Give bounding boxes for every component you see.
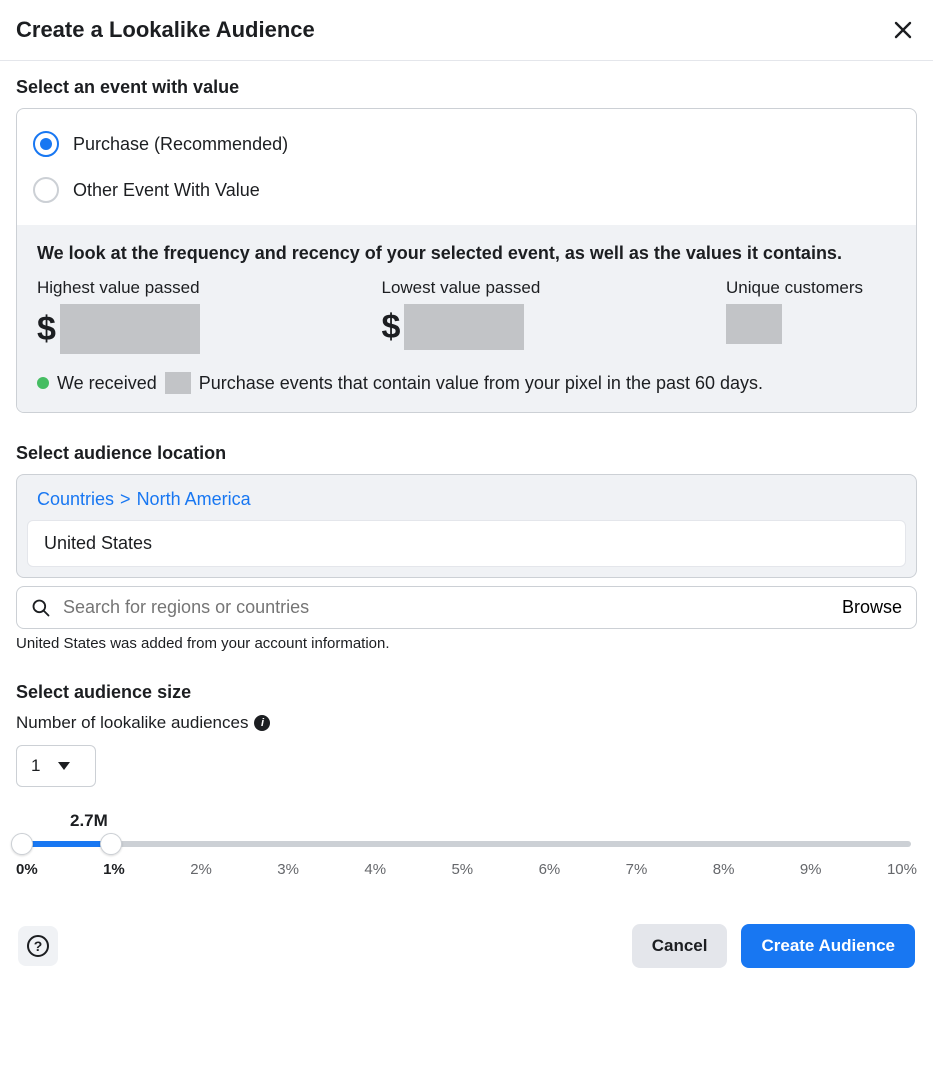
location-hint: United States was added from your accoun… (16, 635, 917, 652)
redacted-value (404, 304, 524, 350)
breadcrumb-separator: > (120, 489, 131, 510)
close-icon (893, 20, 913, 40)
slider-handle-high[interactable] (100, 833, 122, 855)
event-summary: We received Purchase events that contain… (37, 372, 896, 394)
location-box: Countries > North America United States (16, 474, 917, 578)
cancel-button[interactable]: Cancel (632, 924, 728, 968)
size-subtitle: Number of lookalike audiences (16, 713, 248, 733)
summary-prefix: We received (57, 373, 157, 394)
slider-wrap: 2.7M 0% 1% 2% 3% 4% 5% 6% 7% 8% 9% 10% (22, 811, 911, 878)
location-search-row: Browse (16, 586, 917, 629)
slider-ticks: 0% 1% 2% 3% 4% 5% 6% 7% 8% 9% 10% (16, 861, 917, 878)
location-search-input[interactable] (63, 597, 830, 618)
tick-label: 6% (539, 861, 561, 878)
count-value: 1 (31, 756, 40, 776)
browse-button[interactable]: Browse (842, 597, 902, 618)
event-stats-box: We look at the frequency and recency of … (17, 225, 916, 412)
event-box: Purchase (Recommended) Other Event With … (16, 108, 917, 413)
highest-value-label: Highest value passed (37, 278, 342, 298)
dialog-footer: ? Cancel Create Audience (0, 906, 933, 986)
audience-count-select[interactable]: 1 (16, 745, 96, 787)
tick-label: 2% (190, 861, 212, 878)
event-option-other[interactable]: Other Event With Value (33, 167, 900, 213)
dollar-icon: $ (37, 310, 56, 349)
close-button[interactable] (889, 16, 917, 44)
dollar-icon: $ (382, 308, 401, 347)
size-section-title: Select audience size (16, 682, 917, 703)
help-button[interactable]: ? (18, 926, 58, 966)
redacted-value (726, 304, 782, 344)
tick-label: 8% (713, 861, 735, 878)
tick-label: 9% (800, 861, 822, 878)
create-audience-button[interactable]: Create Audience (741, 924, 915, 968)
tick-label: 5% (451, 861, 473, 878)
breadcrumb-root[interactable]: Countries (37, 489, 114, 510)
tick-label: 0% (16, 861, 38, 878)
location-section-title: Select audience location (16, 443, 917, 464)
event-section-title: Select an event with value (16, 77, 917, 98)
help-icon: ? (27, 935, 49, 957)
redacted-value (165, 372, 191, 394)
summary-suffix: Purchase events that contain value from … (199, 373, 763, 394)
dialog-title: Create a Lookalike Audience (16, 17, 315, 43)
unique-customers-label: Unique customers (726, 278, 896, 298)
tick-label: 10% (887, 861, 917, 878)
redacted-value (60, 304, 200, 354)
location-breadcrumb: Countries > North America (27, 485, 906, 520)
size-estimate-label: 2.7M (70, 811, 911, 831)
chevron-down-icon (58, 762, 70, 770)
event-option-label: Other Event With Value (73, 180, 260, 201)
slider-handle-low[interactable] (11, 833, 33, 855)
radio-icon (33, 131, 59, 157)
event-option-purchase[interactable]: Purchase (Recommended) (33, 121, 900, 167)
event-option-label: Purchase (Recommended) (73, 134, 288, 155)
size-subtitle-row: Number of lookalike audiences i (16, 713, 917, 733)
tick-label: 3% (277, 861, 299, 878)
slider-fill (22, 841, 111, 847)
size-slider[interactable] (22, 841, 911, 847)
tick-label: 1% (103, 861, 125, 878)
tick-label: 4% (364, 861, 386, 878)
lowest-value-label: Lowest value passed (382, 278, 687, 298)
search-icon (31, 598, 51, 618)
event-stats-heading: We look at the frequency and recency of … (37, 243, 896, 264)
event-radio-group: Purchase (Recommended) Other Event With … (17, 109, 916, 225)
dialog-header: Create a Lookalike Audience (0, 0, 933, 61)
location-tag[interactable]: United States (27, 520, 906, 567)
info-icon[interactable]: i (254, 715, 270, 731)
radio-icon (33, 177, 59, 203)
tick-label: 7% (626, 861, 648, 878)
breadcrumb-region[interactable]: North America (137, 489, 251, 510)
status-dot-icon (37, 377, 49, 389)
